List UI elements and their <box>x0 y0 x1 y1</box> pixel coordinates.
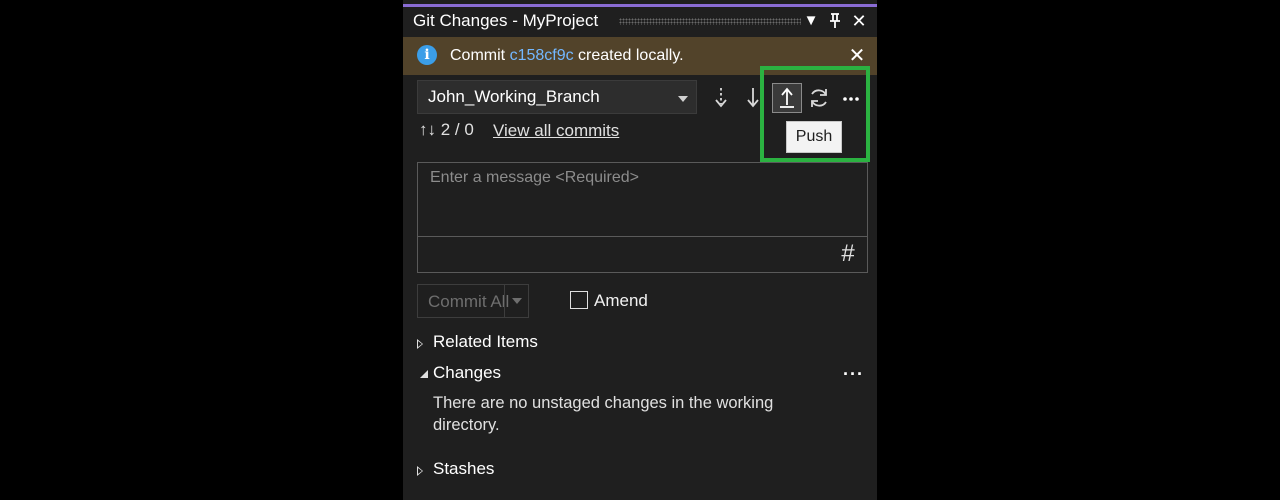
commit-message-box: # <box>417 162 868 273</box>
amend-checkbox[interactable] <box>570 291 588 309</box>
commit-link[interactable]: c158cf9c <box>510 47 574 64</box>
commit-message-input[interactable] <box>418 163 867 237</box>
no-changes-message: There are no unstaged changes in the wor… <box>433 394 774 434</box>
split-divider <box>504 285 505 317</box>
expand-arrow-icon <box>417 466 423 476</box>
sync-button[interactable] <box>805 84 833 112</box>
close-icon[interactable]: ✕ <box>845 44 869 68</box>
outgoing-incoming-counts: ↑↓ 2 / 0 <box>419 120 474 139</box>
changes-more-icon[interactable]: ··· <box>843 364 864 385</box>
close-icon[interactable]: ✕ <box>849 10 869 32</box>
branch-name: John_Working_Branch <box>428 87 600 106</box>
info-icon: i <box>417 45 437 65</box>
fetch-icon <box>715 88 727 108</box>
chevron-down-icon <box>678 96 688 102</box>
info-bar: i Commit c158cf9c created locally. ✕ <box>403 37 877 75</box>
info-message: Commit c158cf9c created locally. <box>450 47 684 64</box>
chevron-down-icon[interactable] <box>512 298 522 304</box>
panel-title: Git Changes - MyProject <box>413 11 599 30</box>
pin-icon[interactable] <box>825 10 845 32</box>
commit-all-label: Commit All <box>428 292 510 311</box>
panel-titlebar[interactable]: Git Changes - MyProject ▼ ✕ <box>403 7 877 35</box>
fetch-button[interactable] <box>707 84 735 112</box>
push-icon <box>780 87 794 108</box>
more-icon <box>843 97 859 101</box>
more-actions-button[interactable] <box>837 84 865 112</box>
related-items-label: Related Items <box>433 332 538 351</box>
pull-button[interactable] <box>739 84 767 112</box>
hash-icon[interactable]: # <box>835 240 861 268</box>
git-changes-panel: Git Changes - MyProject ▼ ✕ i Commit c15… <box>403 0 877 500</box>
push-tooltip: Push <box>786 121 842 153</box>
push-button[interactable] <box>772 83 802 113</box>
expand-arrow-icon <box>417 339 423 349</box>
amend-label[interactable]: Amend <box>594 291 648 311</box>
branch-dropdown[interactable]: John_Working_Branch <box>417 80 697 114</box>
stashes-label: Stashes <box>433 459 495 478</box>
triangle-down-icon[interactable]: ▼ <box>801 10 821 32</box>
pull-icon <box>747 88 759 108</box>
commit-all-button[interactable]: Commit All <box>417 284 529 318</box>
titlebar-grip[interactable] <box>619 18 801 25</box>
changes-label: Changes <box>433 363 502 382</box>
view-all-commits-link[interactable]: View all commits <box>493 121 619 141</box>
sync-icon <box>811 89 827 107</box>
